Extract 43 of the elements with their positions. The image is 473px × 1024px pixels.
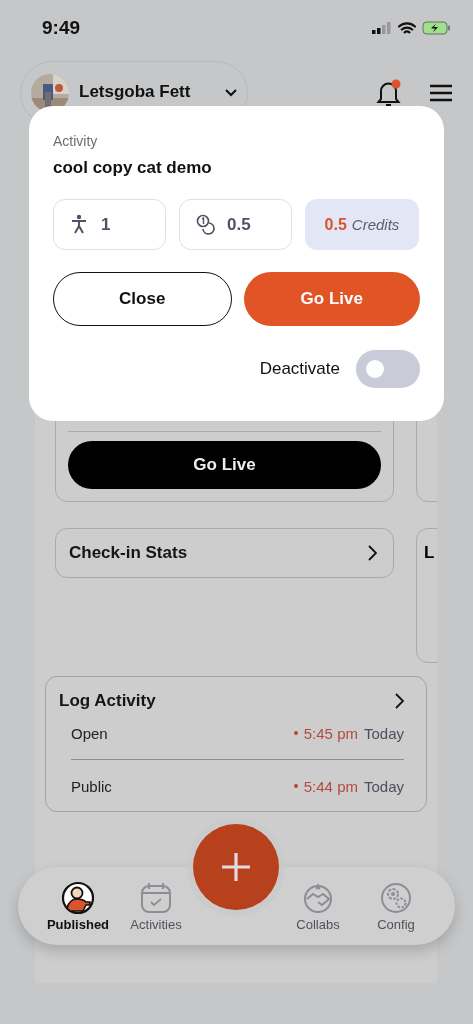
calendar-icon	[139, 880, 173, 915]
log-time: 5:44 pm	[303, 777, 358, 795]
field-label: Activity	[53, 133, 99, 149]
chevron-down-icon	[225, 89, 237, 97]
battery-icon	[422, 21, 451, 35]
nav-tab[interactable]: Activities	[117, 880, 195, 932]
go-live-button[interactable]: Go Live	[243, 272, 420, 326]
card-title: Log Activity	[59, 691, 156, 711]
user-name: Letsgoba Fett	[79, 81, 192, 102]
toggle-label: Deactivate	[259, 359, 340, 379]
activity-title: cool copy cat demo	[53, 158, 213, 178]
signal-icon	[372, 22, 392, 34]
gears-icon	[379, 880, 413, 915]
card-title: Check-in Stats	[69, 543, 188, 563]
stat-value: 1	[101, 214, 111, 235]
person-icon	[61, 880, 95, 915]
person-icon	[70, 214, 89, 235]
close-button[interactable]: Close	[53, 272, 232, 326]
chevron-right-icon	[368, 545, 377, 561]
bullet-dot	[293, 731, 298, 735]
log-day: Today	[363, 724, 404, 742]
nav-tab[interactable]: Config	[357, 880, 435, 932]
stats-card[interactable]: L	[416, 528, 437, 663]
log-time: 5:45 pm	[303, 724, 358, 742]
deactivate-toggle[interactable]	[356, 350, 420, 388]
credits-amount: 0.5	[324, 215, 347, 234]
log-status: Public	[71, 777, 113, 795]
wifi-icon	[398, 21, 416, 35]
plus-icon	[221, 852, 251, 882]
bullet-dot	[293, 784, 298, 788]
nav-tab[interactable]: Published	[39, 880, 117, 932]
log-status: Open	[71, 724, 109, 742]
clock-time: 9:49	[42, 17, 81, 39]
go-live-button[interactable]: Go Live	[68, 441, 381, 489]
coins-icon	[196, 214, 215, 235]
nav-tab[interactable]: Collabs	[279, 880, 357, 932]
credits-unit: Credits	[351, 216, 400, 233]
check-in-stats-card[interactable]: Check-in Stats	[55, 528, 394, 578]
menu-icon[interactable]	[429, 84, 453, 102]
stat-value: 0.5	[227, 214, 251, 235]
bell-icon[interactable]	[375, 78, 403, 108]
log-day: Today	[363, 777, 404, 795]
chevron-right-icon[interactable]	[395, 693, 404, 709]
